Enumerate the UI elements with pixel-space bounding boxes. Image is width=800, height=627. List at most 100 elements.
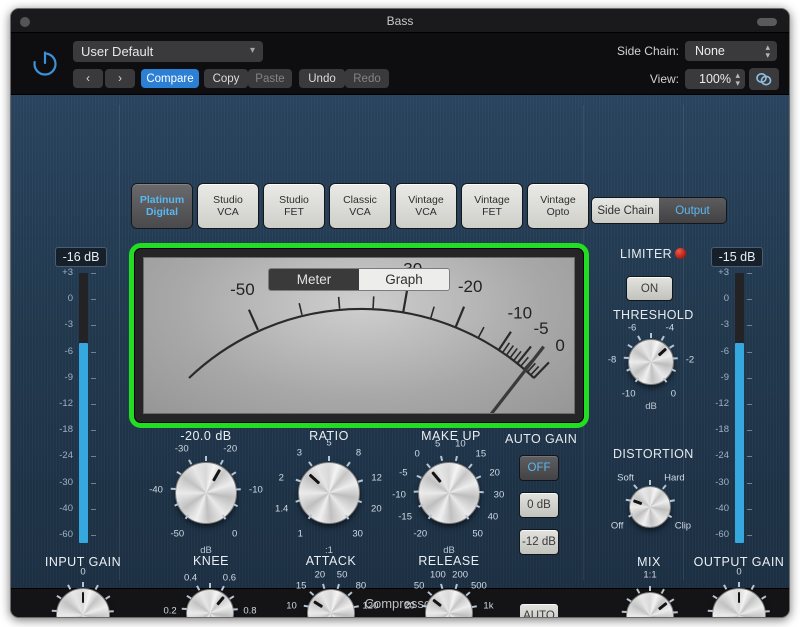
knob-tick <box>229 595 235 599</box>
knob-body[interactable] <box>298 462 360 524</box>
plugin-window: Bass User Default ▾ ‹ › Compare Copy Pas… <box>10 8 790 618</box>
knob-body[interactable] <box>626 592 674 617</box>
stepper-icon: ▴ ▾ <box>735 70 740 88</box>
undo-button[interactable]: Undo <box>299 69 345 88</box>
meter-scale-label: -6 <box>720 345 729 357</box>
model-button-classic-vca[interactable]: Classic VCA <box>329 183 391 229</box>
meter-scale-label: -40 <box>715 502 729 514</box>
mix-knob[interactable]: Input1:1Output <box>619 570 681 617</box>
knob-tick <box>108 610 114 612</box>
attack-knob[interactable]: 051015205080120160200ms <box>286 569 378 617</box>
knob-tick <box>303 605 309 608</box>
knob-tick <box>623 357 630 360</box>
model-button-studio-vca[interactable]: Studio VCA <box>197 183 259 229</box>
next-preset-button[interactable]: › <box>105 69 135 88</box>
knob-body[interactable] <box>175 462 237 524</box>
auto-button[interactable]: AUTO <box>519 603 559 617</box>
knob-scale-label: 20 <box>314 569 326 581</box>
tab-graph[interactable]: Graph <box>359 269 449 290</box>
paste-button[interactable]: Paste <box>248 69 292 88</box>
toolbar: User Default ▾ ‹ › Compare Copy Paste Un… <box>11 33 789 95</box>
knob-tick <box>421 605 427 608</box>
copy-button[interactable]: Copy <box>204 69 248 88</box>
meter-tick <box>91 482 96 484</box>
knob-body[interactable] <box>629 486 671 528</box>
meter-scale-label: -9 <box>720 371 729 383</box>
power-icon[interactable] <box>27 45 63 81</box>
knob-tick <box>723 585 728 591</box>
knob-tick <box>307 461 312 467</box>
meter-tick <box>91 273 96 274</box>
knob-tick <box>346 461 351 467</box>
knob-scale-label: 20 <box>489 467 500 479</box>
knob-body[interactable] <box>418 462 480 524</box>
model-label-line1: Platinum <box>139 194 185 206</box>
tab-output[interactable]: Output <box>659 198 726 223</box>
tab-meter[interactable]: Meter <box>269 269 359 290</box>
knob-tick <box>51 610 58 612</box>
distortion-knob[interactable]: Off Soft Hard Clip <box>611 472 691 534</box>
prev-preset-button[interactable]: ‹ <box>73 69 103 88</box>
model-button-vintage-fet[interactable]: Vintage FET <box>461 183 523 229</box>
knee-knob[interactable]: 00.20.40.60.81.0 <box>163 573 257 617</box>
meter-tick <box>747 430 752 432</box>
model-label-line2: FET <box>482 206 502 218</box>
knob-scale-label: 1k <box>483 600 494 612</box>
preset-dropdown[interactable]: User Default ▾ <box>73 41 263 62</box>
meter-tick <box>91 299 96 301</box>
knob-scale-label: 3 <box>296 447 303 459</box>
release-knob[interactable]: 51020501002005001k2k5kms <box>404 569 493 617</box>
model-label-line2: FET <box>284 206 304 218</box>
side-chain-label: Side Chain: <box>616 44 679 58</box>
meter-graph-toggle: Meter Graph <box>268 268 450 291</box>
output-meter-fill <box>735 343 744 543</box>
knob-tick <box>353 605 359 608</box>
input-gain-knob[interactable]: -30030dB <box>41 567 125 617</box>
knob-tick <box>175 471 181 476</box>
compare-button[interactable]: Compare <box>141 69 199 88</box>
ratio-knob[interactable]: 1 1.4 2 3 5 8 12 20 30:1 <box>275 438 382 557</box>
output-meter-track <box>735 273 744 543</box>
vu-tick <box>372 296 375 309</box>
plugin-body: Platinum Digital Studio VCA Studio FET C… <box>11 95 789 617</box>
model-button-platinum-digital[interactable]: Platinum Digital <box>131 183 193 229</box>
threshold-knob[interactable]: -50 -40 -30 -20 -10 0 dB <box>149 444 263 556</box>
limiter-threshold-knob[interactable]: -10 -8 -6 -4 -2 0 dB <box>608 322 694 412</box>
model-label-line1: Studio <box>213 194 243 206</box>
resize-handle[interactable] <box>757 18 777 26</box>
meter-tick <box>747 299 752 301</box>
side-chain-dropdown[interactable]: None ▴ ▾ <box>685 41 777 61</box>
model-button-vintage-opto[interactable]: Vintage Opto <box>527 183 589 229</box>
auto-gain-off-button[interactable]: OFF <box>519 455 559 481</box>
knob-scale-label: 0.8 <box>243 605 257 617</box>
auto-gain-0db-button[interactable]: 0 dB <box>519 492 559 518</box>
meter-scale-label: -24 <box>59 450 73 462</box>
tab-side-chain[interactable]: Side Chain <box>592 198 659 223</box>
model-label-line2: VCA <box>349 206 371 218</box>
knob-scale-label: Clip <box>674 520 692 532</box>
model-button-vintage-vca[interactable]: Vintage VCA <box>395 183 457 229</box>
knob-scale-label: -40 <box>149 484 163 496</box>
vu-tick <box>429 306 435 319</box>
limiter-threshold-title: THRESHOLD <box>613 308 694 322</box>
preset-name: User Default <box>81 44 154 59</box>
knob-unit-label: dB <box>645 401 657 412</box>
makeup-knob[interactable]: -20 -15 -10 -5 0 5 10 15 20 30 40 50 dB <box>392 439 504 556</box>
knob-body[interactable] <box>186 589 234 617</box>
link-icon[interactable] <box>749 68 779 90</box>
limiter-on-button[interactable]: ON <box>626 276 673 301</box>
view-dropdown[interactable]: 100% ▴ ▾ <box>685 69 745 89</box>
redo-button[interactable]: Redo <box>345 69 389 88</box>
meter-scale-label: -18 <box>59 424 73 436</box>
output-gain-knob[interactable]: -30030dB <box>697 567 781 617</box>
knob-scale-label: 1 <box>297 528 303 540</box>
model-button-studio-fet[interactable]: Studio FET <box>263 183 325 229</box>
input-level-value[interactable]: -16 dB <box>55 247 107 267</box>
release-title: RELEASE <box>418 554 480 568</box>
output-level-value[interactable]: -15 dB <box>711 247 763 267</box>
window-title: Bass <box>386 14 414 28</box>
knob-tick <box>322 583 326 589</box>
knob-scale-label: 80 <box>355 580 367 592</box>
auto-gain-minus12db-button[interactable]: -12 dB <box>519 529 559 555</box>
knob-body[interactable] <box>628 339 674 385</box>
